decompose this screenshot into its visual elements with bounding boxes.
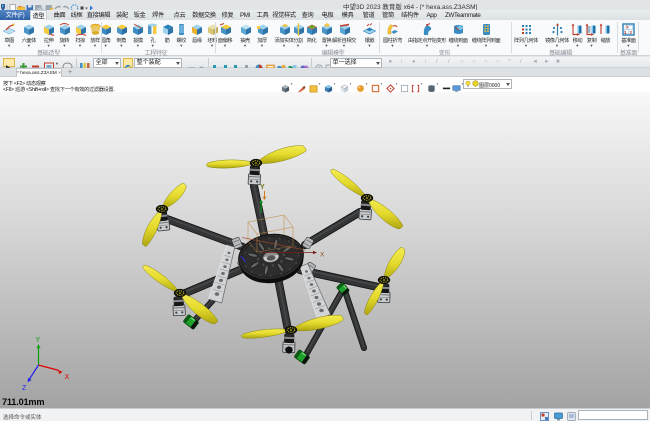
svg-text:Y: Y (36, 337, 41, 344)
svg-text:Y: Y (260, 184, 265, 191)
svg-text:X: X (65, 374, 70, 381)
svg-text:X: X (320, 252, 325, 259)
svg-text:Z: Z (22, 385, 27, 392)
